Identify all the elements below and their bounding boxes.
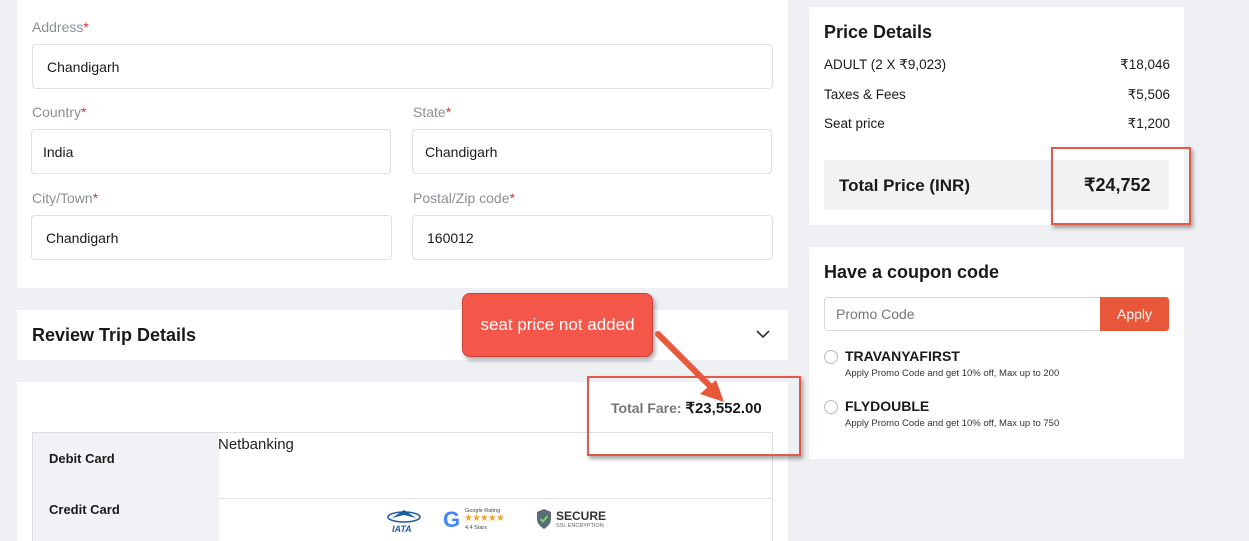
shield-icon [537,509,551,529]
price-row-seat: Seat price ₹1,200 [824,116,1170,131]
star-rating-icon: ★★★★★ [464,513,505,524]
annotation-callout: seat price not added [462,293,653,357]
address-label: Address* [32,19,89,35]
divider [219,498,773,499]
postal-field[interactable]: 160012 [412,215,773,260]
chevron-down-icon[interactable] [755,328,771,340]
apply-button[interactable]: Apply [1100,297,1169,331]
iata-badge: IATA [386,508,422,535]
price-row-adult: ADULT (2 X ₹9,023) ₹18,046 [824,57,1170,72]
coupon-description: Apply Promo Code and get 10% off, Max up… [845,368,1060,379]
annotation-text: seat price not added [480,315,635,334]
annotation-arrow-icon [655,331,724,402]
google-rating-badge: G Google Rating ★★★★★ 4.4 Stars [443,507,505,532]
country-label: Country* [32,104,87,120]
total-price-highlight-box [1051,147,1191,225]
coupon-title: Have a coupon code [824,262,1000,282]
state-field[interactable]: Chandigarh [412,129,772,174]
country-field[interactable]: India [31,129,391,174]
city-label: City/Town* [32,190,99,206]
coupon-code: FLYDOUBLE [845,398,930,414]
total-price-label: Total Price (INR) [839,176,970,195]
debit-card-tab[interactable]: Debit Card [49,451,115,466]
credit-card-tab[interactable]: Credit Card [49,502,120,517]
price-row-taxes: Taxes & Fees ₹5,506 [824,87,1170,102]
coupon-radio[interactable] [824,350,838,364]
payment-method-list [33,433,219,541]
postal-label: Postal/Zip code* [413,190,515,206]
price-details-title: Price Details [824,22,933,42]
netbanking-tab[interactable]: Netbanking [218,436,294,453]
city-field[interactable]: Chandigarh [31,215,392,260]
coupon-code: TRAVANYAFIRST [845,348,960,364]
address-field[interactable]: Chandigarh [32,44,773,89]
coupon-description: Apply Promo Code and get 10% off, Max up… [845,418,1060,429]
state-label: State* [413,104,452,120]
coupon-radio[interactable] [824,400,838,414]
promo-code-input[interactable] [824,297,1101,331]
secure-badge: SECURE SSL ENCRYPTION [536,508,608,532]
google-g-icon: G [443,507,461,532]
review-trip-title: Review Trip Details [32,325,197,345]
